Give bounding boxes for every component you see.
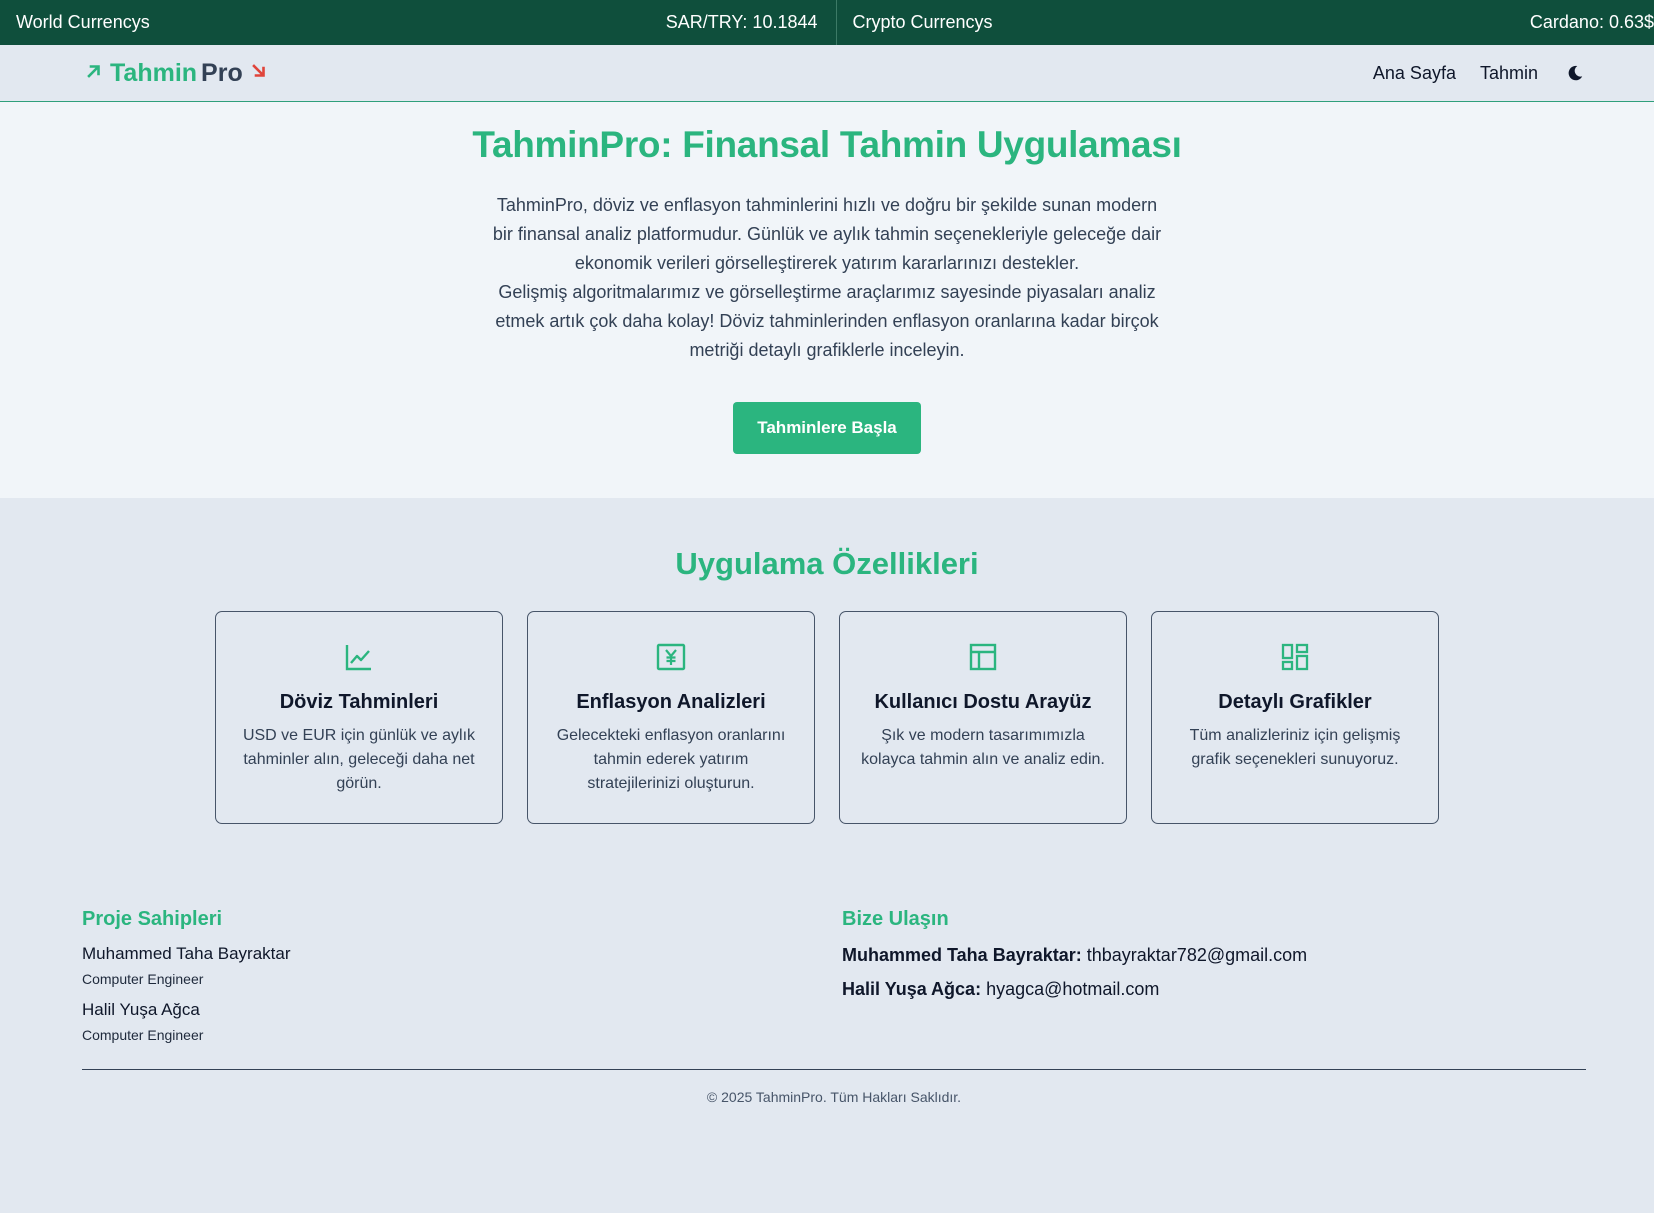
feature-card-doviz: Döviz Tahminleri USD ve EUR için günlük … <box>215 611 503 824</box>
world-currency-rate: SAR/TRY: 10.1844 <box>665 12 818 32</box>
yen-bill-icon <box>548 640 794 674</box>
owner-name: Halil Yuşa Ağca <box>82 1000 200 1019</box>
world-currency-title: World Currencys <box>16 12 150 32</box>
features-title: Uygulama Özellikleri <box>675 546 979 581</box>
feature-card-grafikler: Detaylı Grafikler Tüm analizleriniz için… <box>1151 611 1439 824</box>
feature-card-enflasyon: Enflasyon Analizleri Gelecekteki enflasy… <box>527 611 815 824</box>
footer-divider <box>82 1069 1586 1070</box>
project-owners: Proje Sahipleri Muhammed Taha Bayraktar … <box>82 908 826 1043</box>
logo[interactable]: Tahmin Pro <box>86 59 267 88</box>
contact-email-link[interactable]: hyagca@hotmail.com <box>986 979 1159 999</box>
contact-name: Halil Yuşa Ağca: <box>842 979 982 999</box>
contact-name: Muhammed Taha Bayraktar: <box>842 945 1082 965</box>
layout-icon <box>860 640 1106 674</box>
nav-links: Ana Sayfa Tahmin <box>1373 62 1586 84</box>
navbar: Tahmin Pro Ana Sayfa Tahmin <box>0 45 1654 102</box>
feature-card-text: USD ve EUR için günlük ve aylık tahminle… <box>242 727 476 792</box>
crypto-currency-rate: Cardano: 0.63$ <box>1529 12 1654 32</box>
copyright-text: © 2025 TahminPro. Tüm Hakları Saklıdır. <box>706 1089 962 1105</box>
owner-role: Computer Engineer <box>82 1027 204 1043</box>
nav-link-tahmin[interactable]: Tahmin <box>1480 63 1538 84</box>
arrow-up-right-icon <box>86 62 102 85</box>
feature-cards: Döviz Tahminleri USD ve EUR için günlük … <box>0 611 1654 824</box>
hero-paragraph-2: Gelişmiş algoritmalarımız ve görselleşti… <box>495 282 1159 360</box>
feature-card-arayuz: Kullanıcı Dostu Arayüz Şık ve modern tas… <box>839 611 1127 824</box>
project-owners-title: Proje Sahipleri <box>82 908 223 930</box>
feature-card-text: Şık ve modern tasarımımızla kolayca tahm… <box>861 727 1105 768</box>
contact-entry: Muhammed Taha Bayraktar: thbayraktar782@… <box>842 945 1586 966</box>
feature-card-title: Kullanıcı Dostu Arayüz <box>874 691 1092 713</box>
world-currency-ticker: World Currencys SAR/TRY: 10.1844 <box>0 0 837 45</box>
contact-us: Bize Ulaşın Muhammed Taha Bayraktar: thb… <box>826 908 1586 1043</box>
footer-columns: Proje Sahipleri Muhammed Taha Bayraktar … <box>82 908 1586 1043</box>
crypto-currency-title: Crypto Currencys <box>852 12 993 32</box>
hero-section: TahminPro: Finansal Tahmin Uygulaması Ta… <box>0 102 1654 498</box>
hero-paragraph-1: TahminPro, döviz ve enflasyon tahminleri… <box>492 195 1162 273</box>
feature-card-title: Döviz Tahminleri <box>279 691 439 713</box>
hero-description: TahminPro, döviz ve enflasyon tahminleri… <box>487 191 1167 365</box>
arrow-down-right-icon <box>251 62 267 85</box>
feature-card-title: Detaylı Grafikler <box>1218 691 1372 713</box>
feature-card-text: Gelecekteki enflasyon oranlarını tahmin … <box>556 727 786 792</box>
currency-ticker: World Currencys SAR/TRY: 10.1844 Crypto … <box>0 0 1654 45</box>
start-predictions-button[interactable]: Tahminlere Başla <box>733 402 921 454</box>
owner-role: Computer Engineer <box>82 971 204 987</box>
logo-text-pro: Pro <box>201 58 243 87</box>
nav-link-ana-sayfa[interactable]: Ana Sayfa <box>1373 63 1456 84</box>
contact-title: Bize Ulaşın <box>842 908 949 930</box>
logo-text-tahmin: Tahmin <box>110 58 198 87</box>
owner-name: Muhammed Taha Bayraktar <box>82 944 291 963</box>
footer: Proje Sahipleri Muhammed Taha Bayraktar … <box>0 824 1654 1105</box>
moon-icon[interactable] <box>1564 62 1586 84</box>
features-section: Uygulama Özellikleri Döviz Tahminleri US… <box>0 498 1654 824</box>
feature-card-title: Enflasyon Analizleri <box>576 691 766 713</box>
contact-email-link[interactable]: thbayraktar782@gmail.com <box>1087 945 1307 965</box>
dashboard-grid-icon <box>1172 640 1418 674</box>
hero-title: TahminPro: Finansal Tahmin Uygulaması <box>472 124 1182 165</box>
contact-entry: Halil Yuşa Ağca: hyagca@hotmail.com <box>842 979 1586 1000</box>
line-chart-icon <box>236 640 482 674</box>
feature-card-text: Tüm analizleriniz için gelişmiş grafik s… <box>1189 727 1401 768</box>
crypto-currency-ticker: Crypto Currencys Cardano: 0.63$ <box>837 0 1654 45</box>
